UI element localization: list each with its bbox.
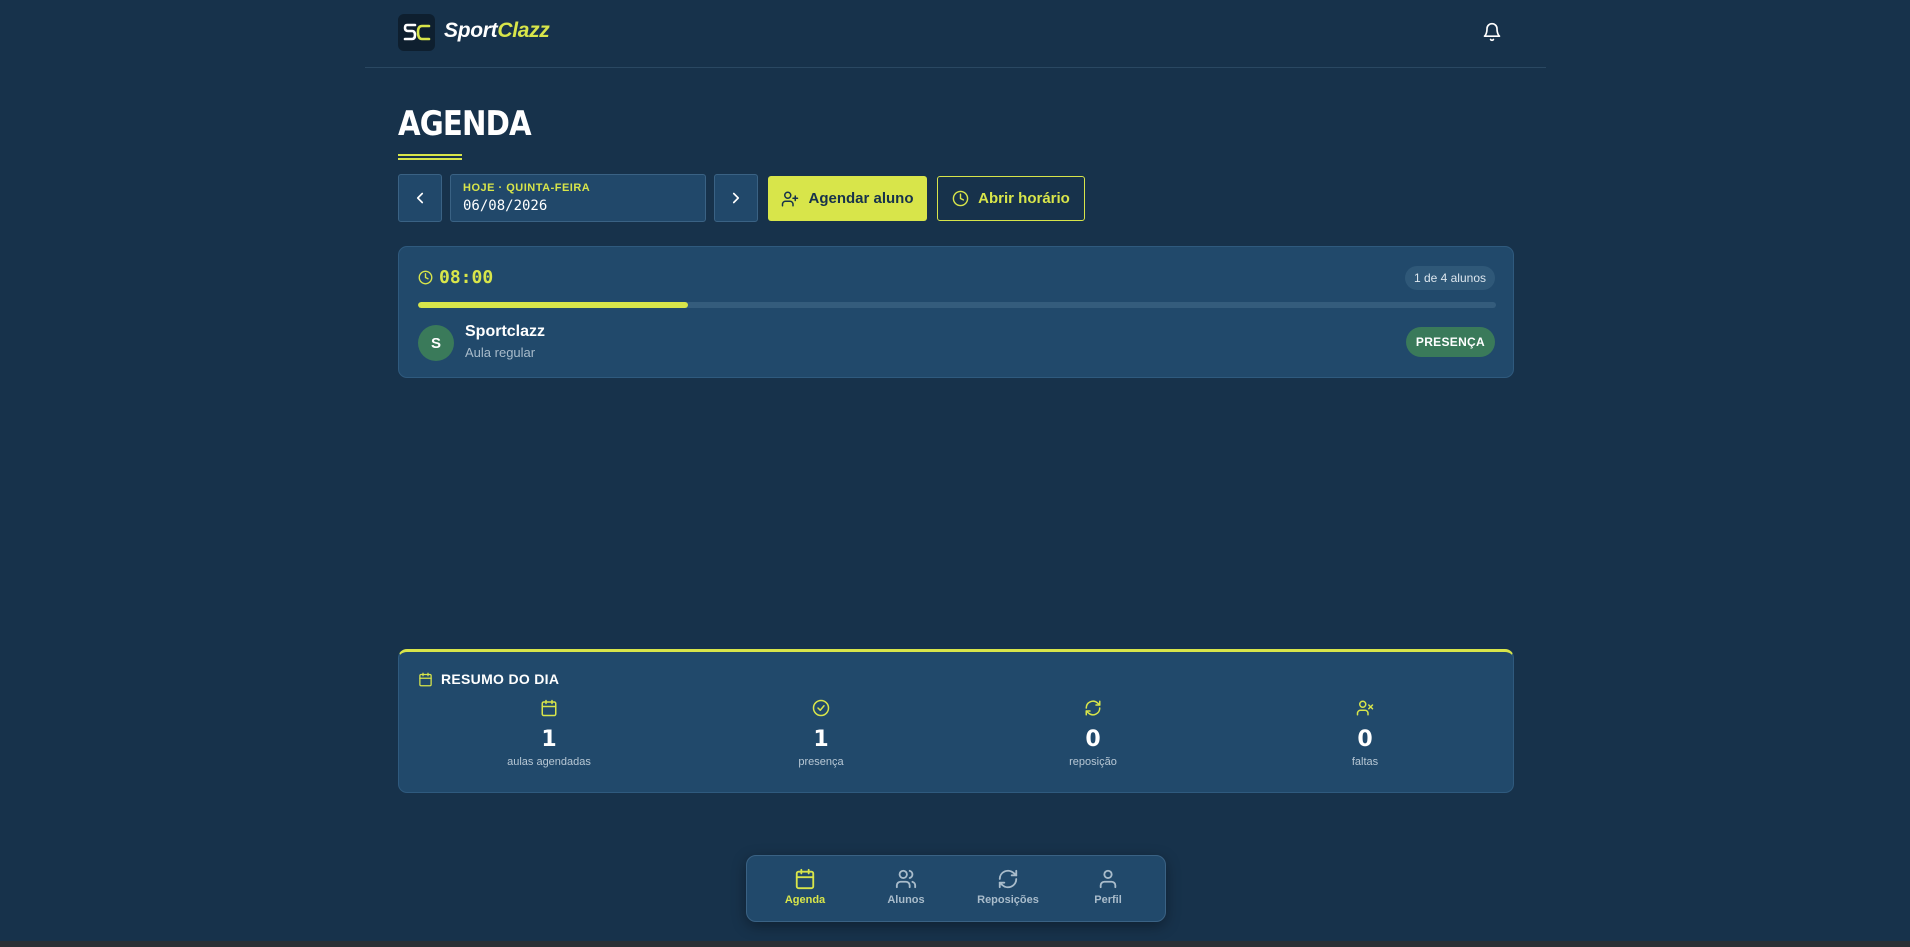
stat-value: 1 [813, 727, 829, 752]
summary-title-text: RESUMO DO DIA [441, 671, 560, 687]
refresh-icon [1085, 700, 1101, 716]
nav-item-reposicoes[interactable]: Reposições [963, 868, 1053, 906]
stat-presence: 1 presença [721, 699, 921, 768]
nav-item-label: Perfil [1094, 894, 1122, 906]
user-icon [1099, 869, 1117, 889]
nav-item-label: Alunos [887, 894, 925, 906]
date-value: 06/08/2026 [463, 198, 548, 214]
nav-item-agenda[interactable]: Agenda [760, 868, 850, 906]
next-day-button[interactable] [714, 174, 758, 222]
title-underline [398, 154, 462, 160]
stat-absences: 0 faltas [1265, 699, 1465, 768]
user-plus-icon [782, 191, 799, 206]
logo[interactable] [398, 14, 435, 51]
schedule-student-label: Agendar aluno [808, 190, 914, 207]
nav-item-alunos[interactable]: Alunos [861, 868, 951, 906]
clock-icon [418, 270, 433, 285]
chevron-left-icon [416, 192, 424, 204]
stat-label: faltas [1351, 756, 1379, 768]
stat-value: 0 [1085, 727, 1101, 752]
presence-status-badge[interactable]: PRESENÇA [1405, 327, 1495, 357]
nav-item-perfil[interactable]: Perfil [1063, 868, 1153, 906]
open-slot-label: Abrir horário [978, 190, 1070, 207]
student-class-type: Aula regular [465, 345, 536, 360]
schedule-student-button[interactable]: Agendar aluno [768, 176, 927, 221]
brand-name: SportClazz [444, 19, 550, 43]
student-name[interactable]: Sportclazz [465, 323, 545, 341]
bottom-navigation: Agenda Alunos Reposições Perfil [746, 855, 1166, 922]
stat-label: reposição [1069, 756, 1117, 768]
user-x-icon [1356, 700, 1374, 716]
stat-value: 0 [1357, 727, 1373, 752]
stat-label: presença [798, 756, 844, 768]
logo-mark-icon [403, 23, 430, 40]
date-label: HOJE · QUINTA-FEIRA [463, 182, 591, 194]
calendar-icon [541, 699, 557, 717]
calendar-icon [419, 672, 432, 686]
stat-value: 1 [541, 727, 557, 752]
bell-icon[interactable] [1482, 21, 1502, 43]
nav-item-label: Reposições [977, 894, 1039, 906]
slot-capacity-progress [418, 302, 1496, 308]
app-header: SportClazz [365, 0, 1546, 68]
window-bottom-edge [0, 941, 1910, 947]
chevron-right-icon [732, 192, 740, 204]
brand-name-part1: Sport [444, 19, 498, 42]
slot-time: 08:00 [418, 267, 493, 288]
brand-name-part2: Clazz [497, 19, 550, 42]
slot-time-value: 08:00 [439, 267, 494, 288]
summary-title: RESUMO DO DIA [418, 671, 559, 687]
slot-capacity-progress-fill [418, 302, 688, 308]
day-summary-card: RESUMO DO DIA 1 aulas agendadas 1 presen… [398, 649, 1514, 793]
nav-item-label: Agenda [784, 894, 826, 906]
refresh-icon [998, 869, 1018, 889]
slot-capacity-badge: 1 de 4 alunos [1404, 266, 1495, 290]
avatar: S [418, 325, 454, 361]
date-picker[interactable]: HOJE · QUINTA-FEIRA 06/08/2026 [450, 174, 706, 222]
stat-label: aulas agendadas [507, 756, 591, 768]
stat-scheduled-classes: 1 aulas agendadas [449, 699, 649, 768]
check-circle-icon [812, 699, 830, 717]
clock-icon [952, 190, 969, 207]
stat-makeup: 0 reposição [993, 699, 1193, 768]
open-slot-button[interactable]: Abrir horário [937, 176, 1085, 221]
time-slot-card[interactable]: 08:00 1 de 4 alunos S Sportclazz Aula re… [398, 246, 1514, 378]
users-icon [895, 869, 917, 889]
calendar-icon [795, 868, 815, 890]
previous-day-button[interactable] [398, 174, 442, 222]
page-title: AGENDA [398, 104, 532, 144]
